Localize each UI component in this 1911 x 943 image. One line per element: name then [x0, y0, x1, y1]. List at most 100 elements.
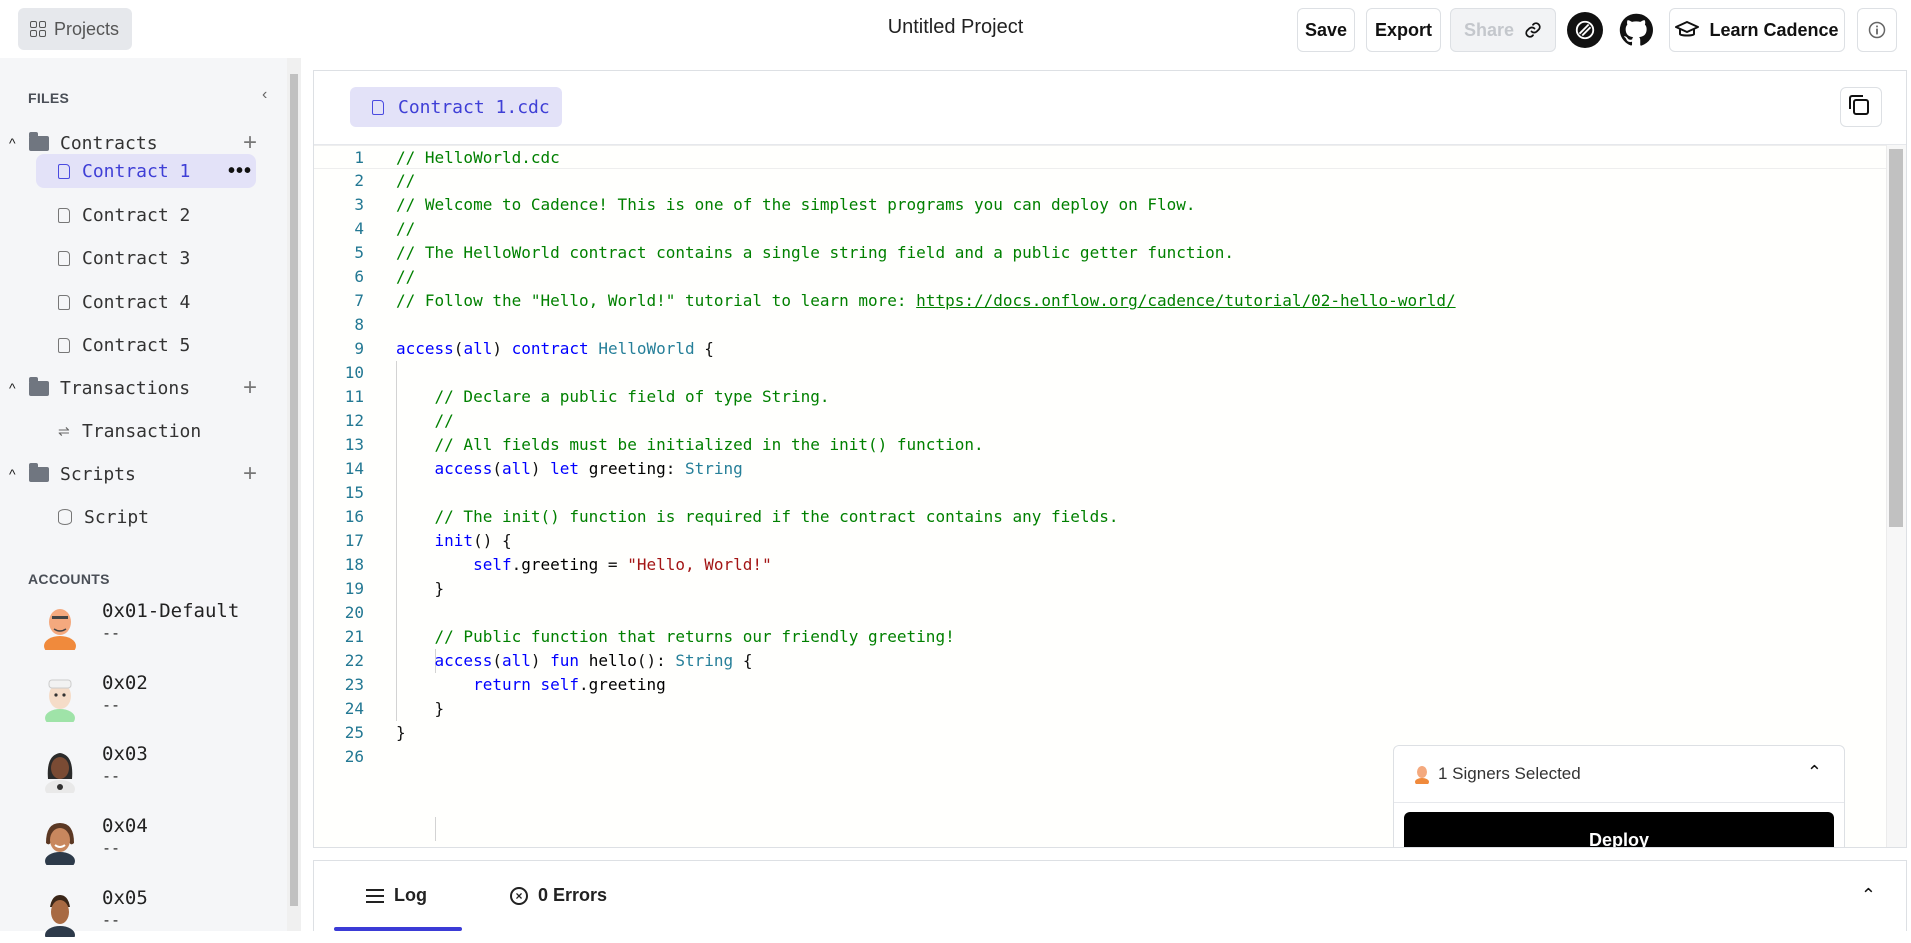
account-balance: --: [102, 839, 121, 857]
top-bar: Projects Untitled Project Save Export Sh…: [0, 0, 1911, 58]
chevron-up-icon[interactable]: ^: [9, 466, 27, 482]
account-balance: --: [102, 624, 121, 642]
code-line[interactable]: 19 }: [314, 577, 1886, 601]
code-line[interactable]: 14 access(all) let greeting: String: [314, 457, 1886, 481]
export-button[interactable]: Export: [1366, 8, 1441, 52]
chevron-up-icon[interactable]: ^: [9, 135, 27, 151]
info-icon: [1868, 21, 1886, 39]
line-number: 10: [344, 363, 364, 382]
code-line[interactable]: 7 // Follow the "Hello, World!" tutorial …: [314, 289, 1886, 313]
code-line[interactable]: 2 //: [314, 169, 1886, 193]
code-line[interactable]: 8: [314, 313, 1886, 337]
chevron-up-icon[interactable]: ^: [9, 380, 27, 396]
code-line[interactable]: 13 // All fields must be initialized in …: [314, 433, 1886, 457]
add-script-button[interactable]: +: [243, 460, 257, 488]
code-line[interactable]: 17 init() {: [314, 529, 1886, 553]
file-contract-2[interactable]: Contract 2: [36, 198, 256, 232]
file-contract-5[interactable]: Contract 5: [36, 328, 256, 362]
code-text: // Declare a public field of type String…: [434, 387, 830, 406]
flow-icon[interactable]: [1567, 12, 1603, 48]
line-number: 13: [344, 435, 364, 454]
tab-contract-1[interactable]: Contract 1.cdc: [350, 87, 562, 127]
code-line[interactable]: 22 access(all) fun hello(): String {: [314, 649, 1886, 673]
signers-header[interactable]: 1 Signers Selected ⌃: [1394, 746, 1844, 803]
code-line[interactable]: 21 // Public function that returns our f…: [314, 625, 1886, 649]
file-label: Contract 5: [82, 334, 191, 356]
more-options-icon[interactable]: •••: [228, 160, 252, 183]
folder-scripts[interactable]: ^ Scripts +: [0, 457, 287, 491]
code-line[interactable]: 10: [314, 361, 1886, 385]
file-script[interactable]: Script: [36, 500, 256, 534]
editor-panel: Contract 1.cdc 1 // HelloWorld.cdc 2 // 3 // …: [313, 70, 1907, 848]
file-transaction[interactable]: ⇌ Transaction: [36, 414, 256, 448]
code-line[interactable]: 9 access(all) contract HelloWorld {: [314, 337, 1886, 361]
file-contract-3[interactable]: Contract 3: [36, 241, 256, 275]
code-line[interactable]: 18 self.greeting = "Hello, World!": [314, 553, 1886, 577]
add-transaction-button[interactable]: +: [243, 374, 257, 402]
code-text: // Public function that returns our frie…: [434, 627, 955, 646]
signers-label: 1 Signers Selected: [1438, 764, 1581, 783]
account-name: 0x02: [102, 672, 148, 694]
account-name: 0x03: [102, 743, 148, 765]
link-icon: [1525, 22, 1541, 38]
share-label: Share: [1463, 19, 1515, 40]
file-label: Contract 4: [82, 291, 191, 313]
collapse-sidebar-icon[interactable]: ‹: [262, 86, 267, 104]
account-name: 0x04: [102, 815, 148, 837]
info-button[interactable]: [1857, 8, 1897, 52]
code-line[interactable]: 11 // Declare a public field of type Str…: [314, 385, 1886, 409]
line-number: 8: [354, 315, 364, 334]
line-number: 25: [344, 723, 364, 742]
copy-icon: [1849, 95, 1869, 115]
learn-cadence-button[interactable]: Learn Cadence: [1669, 8, 1845, 52]
code-line[interactable]: 24 }: [314, 697, 1886, 721]
chevron-up-icon[interactable]: ⌃: [1861, 885, 1876, 906]
tab-label: Contract 1.cdc: [398, 96, 550, 118]
add-contract-button[interactable]: +: [243, 129, 257, 157]
tab-log-label: Log: [394, 885, 427, 905]
file-contract-4[interactable]: Contract 4: [36, 285, 256, 319]
code-line[interactable]: 12 //: [314, 409, 1886, 433]
files-section-label: FILES: [28, 90, 70, 106]
code-text: }: [396, 579, 445, 598]
tab-errors-label: 0 Errors: [538, 885, 608, 905]
code-line[interactable]: 16 // The init() function is required if…: [314, 505, 1886, 529]
account-item[interactable]: 0x01-Default --: [40, 596, 280, 656]
account-item[interactable]: 0x03 --: [40, 739, 280, 799]
tab-errors[interactable]: × 0 Errors: [510, 885, 607, 906]
error-icon: ×: [510, 886, 528, 905]
deploy-button[interactable]: Deploy: [1404, 812, 1834, 847]
code-line[interactable]: 4 //: [314, 217, 1886, 241]
code-line[interactable]: 15: [314, 481, 1886, 505]
code-line[interactable]: 25}: [314, 721, 1886, 745]
list-icon: [366, 888, 384, 903]
code-line[interactable]: 5 // The HelloWorld contract contains a s…: [314, 241, 1886, 265]
folder-label: Scripts: [60, 463, 136, 485]
folder-transactions[interactable]: ^ Transactions +: [0, 371, 287, 405]
file-contract-1[interactable]: Contract 1 •••: [36, 154, 256, 188]
account-item[interactable]: 0x05 --: [40, 883, 280, 943]
code-line[interactable]: 1 // HelloWorld.cdc: [314, 145, 1886, 169]
chevron-up-icon[interactable]: ⌃: [1807, 762, 1822, 783]
folder-icon: [29, 376, 49, 396]
sidebar-scrollbar-thumb[interactable]: [290, 74, 298, 906]
share-button[interactable]: Share: [1450, 8, 1556, 52]
file-label: Contract 2: [82, 204, 191, 226]
github-icon[interactable]: [1618, 12, 1654, 48]
code-line[interactable]: 23 return self.greeting: [314, 673, 1886, 697]
code-line[interactable]: 3 // Welcome to Cadence! This is one of t…: [314, 193, 1886, 217]
account-item[interactable]: 0x02 --: [40, 668, 280, 728]
code-line[interactable]: 20: [314, 601, 1886, 625]
line-number: 21: [344, 627, 364, 646]
tab-log[interactable]: Log: [366, 885, 427, 906]
account-item[interactable]: 0x04 --: [40, 811, 280, 871]
code-line[interactable]: 6 //: [314, 265, 1886, 289]
code-text: }: [396, 723, 406, 742]
sidebar: FILES ‹ ^ Contracts + Contract 1 ••• Con…: [0, 58, 287, 937]
editor-scrollbar-thumb[interactable]: [1889, 149, 1903, 527]
projects-button[interactable]: Projects: [18, 8, 132, 50]
line-number: 18: [344, 555, 364, 574]
copy-button[interactable]: [1840, 87, 1882, 127]
save-button[interactable]: Save: [1297, 8, 1355, 52]
code-editor[interactable]: 1 // HelloWorld.cdc 2 // 3 // Welcome to Cade…: [314, 145, 1886, 847]
